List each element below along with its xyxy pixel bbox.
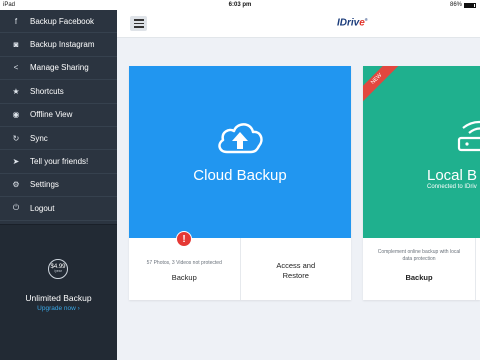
- price-badge: $4.99 /year: [48, 259, 68, 279]
- sidebar-item-tell-friends[interactable]: ➤ Tell your friends!: [0, 150, 117, 174]
- local-backup-title: Local B: [427, 167, 478, 184]
- cloud-upload-icon: [218, 123, 263, 154]
- local-backup-hero[interactable]: NEW Local B Connected to IDriv: [363, 66, 480, 238]
- sidebar-menu: f Backup Facebook ◙ Backup Instagram < M…: [0, 10, 117, 221]
- sidebar-item-logout[interactable]: ⏻ Logout: [0, 197, 117, 221]
- send-icon: ➤: [12, 157, 20, 167]
- sidebar: f Backup Facebook ◙ Backup Instagram < M…: [0, 10, 117, 360]
- warning-alert-icon: !: [176, 231, 192, 247]
- sidebar-item-settings[interactable]: ⚙ Settings: [0, 174, 117, 198]
- new-ribbon: NEW: [363, 66, 403, 105]
- gear-icon: ⚙: [12, 180, 20, 190]
- idrive-logo: IDrive®: [337, 17, 368, 29]
- sidebar-item-label: Settings: [30, 180, 59, 190]
- facebook-icon: f: [14, 16, 18, 26]
- backup-label: Backup: [171, 273, 197, 282]
- sync-icon: ↻: [12, 133, 20, 143]
- star-icon: ★: [12, 86, 20, 96]
- sidebar-item-manage-sharing[interactable]: < Manage Sharing: [0, 57, 117, 81]
- cloud-backup-button[interactable]: 57 Photos, 3 Videos not protected Backup: [129, 238, 241, 300]
- local-backup-card: NEW Local B Connected to IDriv Complemen…: [363, 66, 480, 300]
- sidebar-item-label: Tell your friends!: [30, 157, 89, 167]
- upgrade-link[interactable]: Upgrade now ›: [0, 305, 117, 312]
- cloud-backup-card: Cloud Backup 57 Photos, 3 Videos not pro…: [129, 66, 351, 300]
- hamburger-icon: [133, 19, 144, 21]
- cloud-backup-title: Cloud Backup: [193, 167, 287, 184]
- price-period: /year: [54, 269, 62, 274]
- access-restore-button[interactable]: Access and Restore: [241, 238, 352, 300]
- local-backup-description: Complement online backup with local data…: [377, 249, 461, 262]
- sidebar-item-label: Backup Facebook: [30, 16, 95, 26]
- hard-drive-wifi-icon: [457, 120, 480, 152]
- sidebar-item-label: Sync: [30, 133, 48, 143]
- top-bar: IDrive®: [117, 10, 480, 38]
- sidebar-item-shortcuts[interactable]: ★ Shortcuts: [0, 80, 117, 104]
- local-backup-button[interactable]: Complement online backup with local data…: [363, 238, 475, 300]
- backup-status-text: 57 Photos, 3 Videos not protected: [146, 260, 222, 266]
- eye-icon: ◉: [12, 110, 20, 120]
- instagram-icon: ◙: [13, 40, 19, 50]
- cloud-backup-actions: 57 Photos, 3 Videos not protected Backup…: [129, 238, 351, 300]
- upgrade-promo: $4.99 /year Unlimited Backup Upgrade now…: [0, 224, 117, 360]
- sidebar-item-backup-facebook[interactable]: f Backup Facebook: [0, 10, 117, 34]
- divider: [475, 238, 476, 300]
- menu-toggle-button[interactable]: [130, 16, 147, 31]
- sidebar-item-label: Shortcuts: [30, 86, 64, 96]
- local-backup-label: Backup: [405, 273, 433, 282]
- clock: 6:03 pm: [228, 2, 252, 8]
- battery-percent: 86%: [449, 2, 462, 8]
- cloud-backup-hero[interactable]: Cloud Backup: [129, 66, 351, 238]
- battery-icon: [464, 2, 476, 8]
- sidebar-item-label: Offline View: [30, 110, 73, 120]
- power-icon: ⏻: [12, 203, 20, 213]
- share-icon: <: [13, 63, 19, 73]
- sidebar-item-label: Logout: [30, 203, 55, 213]
- access-restore-label: Access and Restore: [276, 261, 316, 280]
- sidebar-item-backup-instagram[interactable]: ◙ Backup Instagram: [0, 33, 117, 57]
- local-backup-subtitle: Connected to IDriv: [427, 184, 477, 190]
- sidebar-item-label: Backup Instagram: [30, 40, 95, 50]
- sidebar-item-label: Manage Sharing: [30, 63, 89, 73]
- battery-indicator: 86%: [450, 2, 476, 8]
- promo-title: Unlimited Backup: [25, 293, 92, 303]
- sidebar-item-sync[interactable]: ↻ Sync: [0, 127, 117, 151]
- sidebar-item-offline-view[interactable]: ◉ Offline View: [0, 104, 117, 127]
- status-bar: iPad 6:03 pm 86%: [0, 0, 480, 10]
